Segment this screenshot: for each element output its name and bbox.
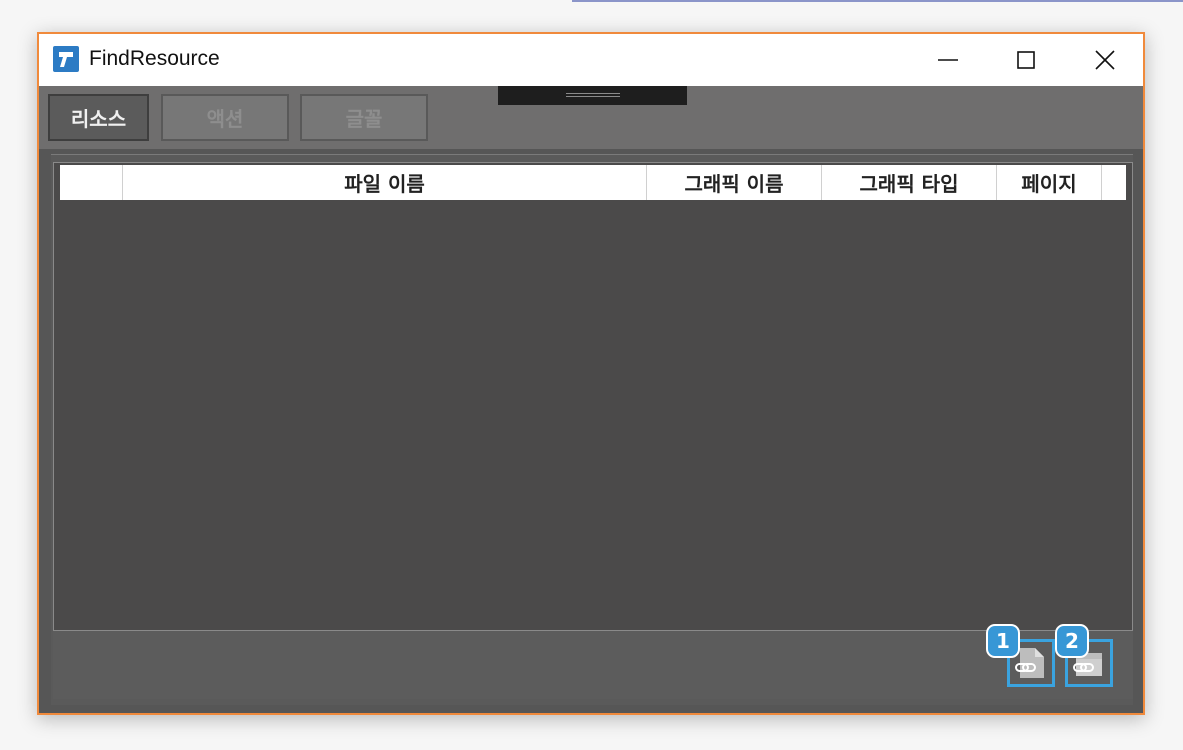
column-header-graphic-name[interactable]: 그래픽 이름 bbox=[647, 165, 822, 200]
tab-actions[interactable]: 액션 bbox=[161, 94, 289, 141]
column-header-page[interactable]: 페이지 bbox=[997, 165, 1102, 200]
title-bar[interactable]: FindResource bbox=[39, 34, 1143, 86]
column-header-index[interactable] bbox=[60, 165, 123, 200]
table-header: 파일 이름 그래픽 이름 그래픽 타입 페이지 bbox=[60, 165, 1126, 200]
column-header-graphic-type[interactable]: 그래픽 타입 bbox=[822, 165, 997, 200]
window-title: FindResource bbox=[89, 47, 220, 70]
tab-fonts[interactable]: 글꼴 bbox=[300, 94, 428, 141]
minimize-button[interactable] bbox=[910, 34, 986, 86]
background-accent-line bbox=[572, 0, 1183, 2]
close-icon bbox=[1095, 50, 1115, 70]
close-button[interactable] bbox=[1067, 34, 1143, 86]
resource-table: 파일 이름 그래픽 이름 그래픽 타입 페이지 bbox=[53, 162, 1133, 631]
maximize-button[interactable] bbox=[988, 34, 1064, 86]
callout-badge-1: 1 bbox=[986, 624, 1020, 658]
find-resource-window: FindResource 리소스 액션 글꼴 파일 이름 그래픽 이름 그래픽 … bbox=[37, 32, 1145, 715]
drag-handle[interactable] bbox=[498, 86, 687, 105]
column-header-file-name[interactable]: 파일 이름 bbox=[123, 165, 647, 200]
content-area: 파일 이름 그래픽 이름 그래픽 타입 페이지 bbox=[39, 149, 1143, 713]
bottom-toolbar bbox=[53, 631, 1133, 699]
app-logo-icon bbox=[53, 46, 79, 72]
callout-badge-2: 2 bbox=[1055, 624, 1089, 658]
maximize-icon bbox=[1017, 51, 1035, 69]
tab-resources[interactable]: 리소스 bbox=[48, 94, 149, 141]
minimize-icon bbox=[938, 59, 958, 61]
